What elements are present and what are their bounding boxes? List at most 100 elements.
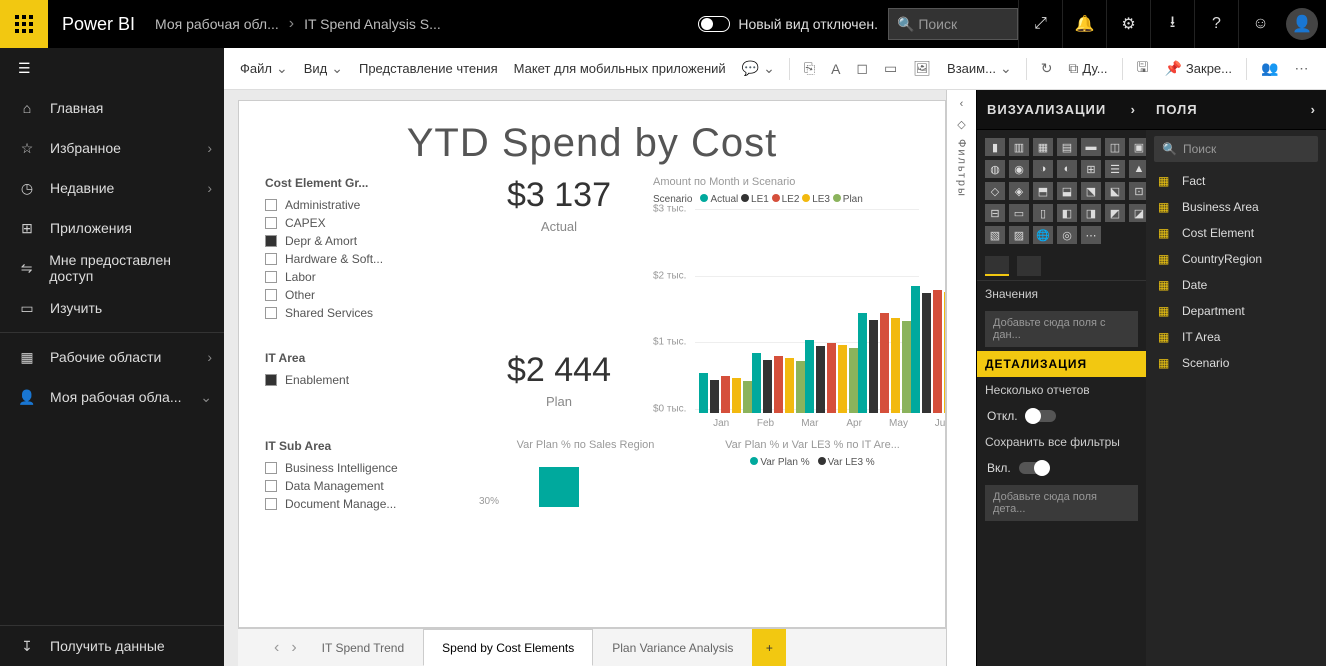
notifications-icon[interactable]: 🔔	[1062, 0, 1106, 48]
viz-type-icon[interactable]: ◫	[1105, 138, 1125, 156]
viz-type-icon[interactable]: ▦	[1033, 138, 1053, 156]
viz-type-icon[interactable]: ⊞	[1081, 160, 1101, 178]
viz-type-icon[interactable]: ☰	[1105, 160, 1125, 178]
chevron-right-icon[interactable]: ›	[1311, 102, 1316, 117]
breadcrumb-workspace[interactable]: Моя рабочая обл...	[149, 16, 285, 32]
sidebar-get-data[interactable]: ↧ Получить данные	[0, 626, 224, 666]
more-button[interactable]: ⋯	[1288, 56, 1314, 81]
keep-filters-toggle[interactable]: Вкл.	[977, 455, 1146, 481]
viz-type-icon[interactable]: ▮	[985, 138, 1005, 156]
viz-type-icon[interactable]: ▥	[1009, 138, 1029, 156]
sidebar-item[interactable]: ☆Избранное›	[0, 128, 224, 168]
cross-report-toggle[interactable]: Откл.	[977, 403, 1146, 429]
format-tab[interactable]	[1017, 256, 1041, 276]
tab-prev[interactable]: ‹	[268, 639, 285, 657]
viz-type-icon[interactable]: ⋯	[1081, 226, 1101, 244]
viz-type-icon[interactable]: ◐	[1057, 160, 1077, 178]
viz-type-icon[interactable]: ◇	[985, 182, 1005, 200]
toggle-switch[interactable]	[1026, 410, 1056, 422]
text-button[interactable]: A	[825, 57, 846, 81]
sidebar-item[interactable]: ⌂Главная	[0, 88, 224, 128]
field-table[interactable]: ▦Business Area	[1146, 194, 1326, 220]
help-icon[interactable]: ?	[1194, 0, 1238, 48]
teams-button[interactable]: 👥	[1255, 56, 1284, 81]
field-table[interactable]: ▦Scenario	[1146, 350, 1326, 376]
add-page-tab[interactable]: +	[752, 629, 786, 666]
mobile-layout-button[interactable]: Макет для мобильных приложений	[508, 57, 732, 80]
chevron-right-icon[interactable]: ›	[1131, 102, 1136, 117]
page-tab[interactable]: IT Spend Trend	[303, 629, 424, 666]
field-table[interactable]: ▦Cost Element	[1146, 220, 1326, 246]
slicer-item[interactable]: Depr & Amort	[265, 232, 465, 250]
field-table[interactable]: ▦Fact	[1146, 168, 1326, 194]
field-table[interactable]: ▦Department	[1146, 298, 1326, 324]
field-table[interactable]: ▦IT Area	[1146, 324, 1326, 350]
slicer-item[interactable]: Data Management	[265, 477, 465, 495]
new-look-toggle[interactable]	[698, 16, 730, 32]
var-plan-le3-chart[interactable]: Var Plan % и Var LE3 % по IT Are... Var …	[706, 439, 919, 513]
it-sub-area-slicer[interactable]: IT Sub Area Business IntelligenceData Ma…	[265, 439, 465, 513]
fullscreen-icon[interactable]: ⤢	[1018, 0, 1062, 48]
refresh-button[interactable]: ↻	[1035, 56, 1059, 81]
fields-tab[interactable]	[985, 256, 1009, 276]
viz-type-icon[interactable]: ⬓	[1057, 182, 1077, 200]
viz-type-icon[interactable]: 🌐	[1033, 226, 1053, 244]
values-drop-well[interactable]: Добавьте сюда поля с дан...	[985, 311, 1138, 347]
shapes-button[interactable]: ◻	[850, 56, 874, 81]
page-tab[interactable]: Spend by Cost Elements	[423, 629, 593, 666]
sidebar-item[interactable]: ◷Недавние›	[0, 168, 224, 208]
viz-type-icon[interactable]: ⬔	[1081, 182, 1101, 200]
viz-type-icon[interactable]: ▯	[1033, 204, 1053, 222]
sidebar-item[interactable]: ⇋Мне предоставлен доступ	[0, 248, 224, 288]
slicer-item[interactable]: Business Intelligence	[265, 459, 465, 477]
buttons-button[interactable]: ▭	[878, 56, 903, 81]
viz-type-icon[interactable]: ⬕	[1105, 182, 1125, 200]
var-plan-sales-chart[interactable]: Var Plan % по Sales Region 30%	[479, 439, 692, 513]
viz-type-icon[interactable]: ◉	[1009, 160, 1029, 178]
slicer-item[interactable]: Hardware & Soft...	[265, 250, 465, 268]
interactions-button[interactable]: Взаим...⌄	[941, 56, 1018, 81]
field-table[interactable]: ▦CountryRegion	[1146, 246, 1326, 272]
view-menu[interactable]: Вид ⌄	[298, 56, 349, 81]
page-tab[interactable]: Plan Variance Analysis	[593, 629, 752, 666]
viz-type-icon[interactable]: ◩	[1105, 204, 1125, 222]
fields-search[interactable]: 🔍 Поиск	[1154, 136, 1318, 162]
save-button[interactable]: 🖫	[1131, 53, 1155, 85]
amount-by-month-chart[interactable]: Amount по Month и Scenario Scenario Actu…	[653, 176, 919, 429]
settings-icon[interactable]: ⚙	[1106, 0, 1150, 48]
viz-type-icon[interactable]: ▬	[1081, 138, 1101, 156]
chat-button[interactable]: 💬⌄	[736, 56, 781, 81]
reading-view-button[interactable]: Представление чтения	[353, 57, 504, 80]
slicer-item[interactable]: Shared Services	[265, 304, 465, 322]
image-button[interactable]: 🖼	[907, 56, 937, 81]
user-avatar[interactable]: 👤	[1286, 8, 1318, 40]
pin-button[interactable]: 📌Закре...	[1158, 56, 1238, 81]
viz-type-icon[interactable]: ◈	[1009, 182, 1029, 200]
slicer-item[interactable]: CAPEX	[265, 214, 465, 232]
breadcrumb-report[interactable]: IT Spend Analysis S...	[298, 16, 447, 32]
cost-element-slicer[interactable]: Cost Element Gr... AdministrativeCAPEXDe…	[265, 176, 465, 343]
sidebar-workspaces[interactable]: ▦ Рабочие области ›	[0, 337, 224, 377]
viz-type-icon[interactable]: ◎	[1057, 226, 1077, 244]
slicer-item[interactable]: Other	[265, 286, 465, 304]
drill-drop-well[interactable]: Добавьте сюда поля дета...	[985, 485, 1138, 521]
viz-type-icon[interactable]: ◧	[1057, 204, 1077, 222]
feedback-icon[interactable]: ☺	[1238, 0, 1282, 48]
copy-button[interactable]: ⎘	[798, 56, 821, 81]
download-icon[interactable]: ⭳	[1150, 0, 1194, 48]
viz-type-icon[interactable]: ◑	[1033, 160, 1053, 178]
viz-type-icon[interactable]: ▭	[1009, 204, 1029, 222]
field-table[interactable]: ▦Date	[1146, 272, 1326, 298]
sidebar-item[interactable]: ▭Изучить	[0, 288, 224, 328]
viz-type-icon[interactable]: ◨	[1081, 204, 1101, 222]
global-search[interactable]: 🔍 Поиск	[888, 8, 1018, 40]
app-launcher[interactable]	[0, 0, 48, 48]
duplicate-button[interactable]: ⧉Ду...	[1062, 56, 1113, 81]
slicer-item[interactable]: Labor	[265, 268, 465, 286]
slicer-item[interactable]: Enablement	[265, 371, 465, 389]
file-menu[interactable]: Файл ⌄	[234, 56, 294, 81]
viz-type-icon[interactable]: ▨	[1009, 226, 1029, 244]
viz-type-icon[interactable]: ⬒	[1033, 182, 1053, 200]
filters-pane-collapsed[interactable]: ‹ ◇ Фильтры	[946, 90, 976, 666]
slicer-item[interactable]: Administrative	[265, 196, 465, 214]
